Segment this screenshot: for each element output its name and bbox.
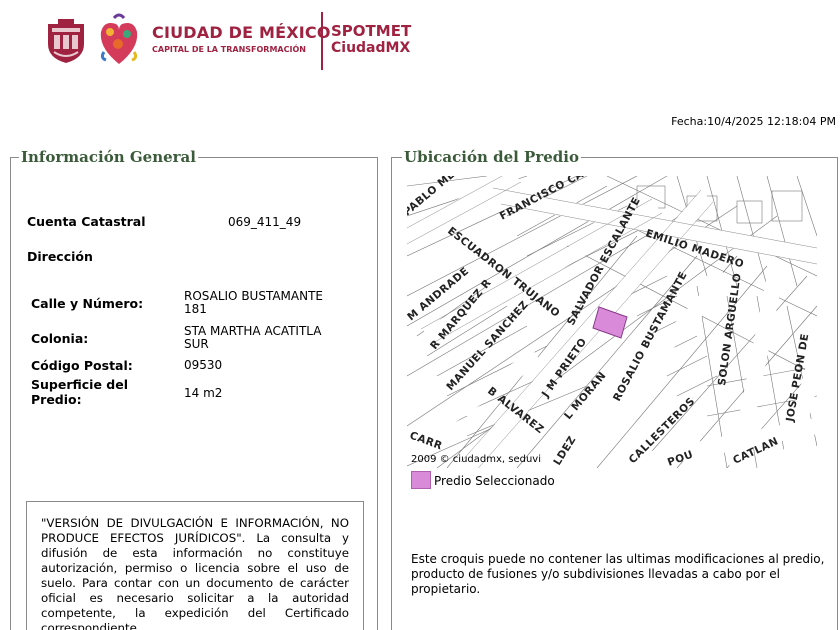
brand-divider <box>321 12 323 70</box>
selected-parcel[interactable] <box>592 306 628 339</box>
direccion-label: Dirección <box>27 249 93 264</box>
disclaimer-box: "VERSIÓN DE DIVULGACIÓN E INFORMACIÓN, N… <box>26 501 364 630</box>
info-general-title: Información General <box>19 148 198 166</box>
codigo-postal-value: 09530 <box>184 358 223 372</box>
legend-label: Predio Seleccionado <box>434 474 555 488</box>
ubicacion-title: Ubicación del Predio <box>402 148 581 166</box>
report-date: Fecha:10/4/2025 12:18:04 PM <box>671 115 836 128</box>
brand-title: CIUDAD DE MÉXICO <box>152 23 331 42</box>
superficie-label-line1: Superficie del <box>31 377 128 392</box>
location-map[interactable]: PABLO MENA FRANCISCO CA ESCUADRON TRUJAN… <box>407 176 817 468</box>
superficie-value: 14 m2 <box>184 386 223 400</box>
info-general-panel: Información General Cuenta Catastral 069… <box>10 148 378 630</box>
superficie-label-line2: Predio: <box>31 392 82 407</box>
colonia-label: Colonia: <box>31 331 89 346</box>
legend-swatch <box>411 471 431 489</box>
calle-value-line2: 181 <box>184 302 207 316</box>
codigo-postal-label: Código Postal: <box>31 358 133 373</box>
spotmet-title: SPOTMET <box>331 22 412 40</box>
cuenta-catastral-label: Cuenta Catastral <box>27 214 146 229</box>
ubicacion-panel: Ubicación del Predio PABLO MENA FRANCISC… <box>391 148 838 630</box>
calle-label: Calle y Número: <box>31 296 144 311</box>
brand-subtitle: CAPITAL DE LA TRANSFORMACIÓN <box>152 45 306 54</box>
map-canvas: PABLO MENA FRANCISCO CA ESCUADRON TRUJAN… <box>407 176 817 468</box>
cuenta-catastral-value: 069_411_49 <box>228 215 302 229</box>
map-disclaimer-note: Este croquis puede no contener las ultim… <box>411 552 825 596</box>
map-credit: 2009 © ciudadmx, seduvi <box>411 454 542 465</box>
site-header: CIUDAD DE MÉXICO CAPITAL DE LA TRANSFORM… <box>44 10 444 72</box>
colonia-value-line2: SUR <box>184 337 209 351</box>
cdmx-heart-icon <box>100 13 138 64</box>
spotmet-subtitle: CiudadMX <box>331 40 411 56</box>
cdmx-shield-icon <box>48 19 84 63</box>
